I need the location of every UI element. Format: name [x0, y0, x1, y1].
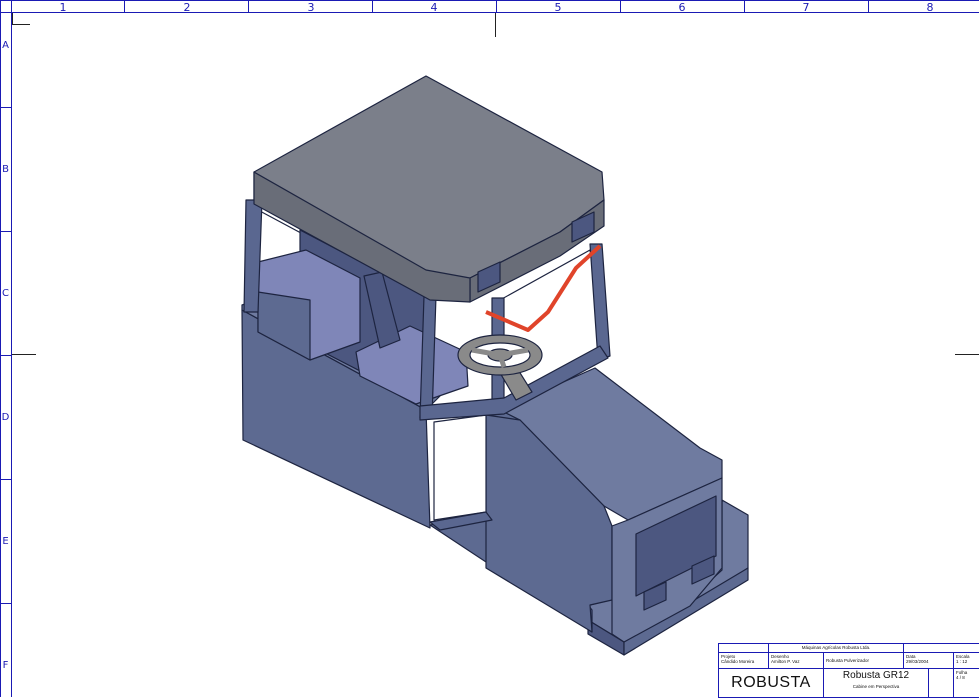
title-desenho-value: Amilton P. Vaz: [771, 659, 800, 664]
title-empty-right: [929, 669, 954, 698]
title-desenho: Desenho Amilton P. Vaz: [769, 653, 824, 669]
title-brand: ROBUSTA: [719, 669, 824, 698]
title-block: Máquinas Agrícolas Robusta Ltda. Projeto…: [718, 643, 979, 698]
title-data: Data 29/03/2004: [904, 653, 954, 669]
door-opening: [433, 414, 487, 521]
title-model-area: Robusta GR12 Cabine em Perspectiva: [824, 669, 929, 698]
title-escala: Escala 1 : 12: [954, 653, 979, 669]
title-projeto-value: Cândido Moreira: [721, 659, 755, 664]
cabin-isometric-drawing: [241, 75, 749, 656]
title-view: Cabine em Perspectiva: [852, 684, 900, 689]
title-empty-top: [719, 644, 769, 653]
title-model: Robusta GR12: [842, 670, 910, 681]
title-company: Máquinas Agrícolas Robusta Ltda.: [769, 644, 904, 653]
title-escala-value: 1 : 12: [956, 659, 968, 664]
title-data-value: 29/03/2004: [906, 659, 929, 664]
title-projeto: Projeto Cândido Moreira: [719, 653, 769, 669]
title-descricao: Robusta Pulverizador: [824, 653, 904, 669]
title-empty-top-right: [904, 644, 979, 653]
title-folha: Folha 4 / 8: [954, 669, 979, 698]
title-folha-value: 4 / 8: [956, 675, 965, 680]
drawing-sheet: 1 2 3 4 5 6 7 8 A B C D E F Máquinas Agr…: [0, 0, 979, 698]
